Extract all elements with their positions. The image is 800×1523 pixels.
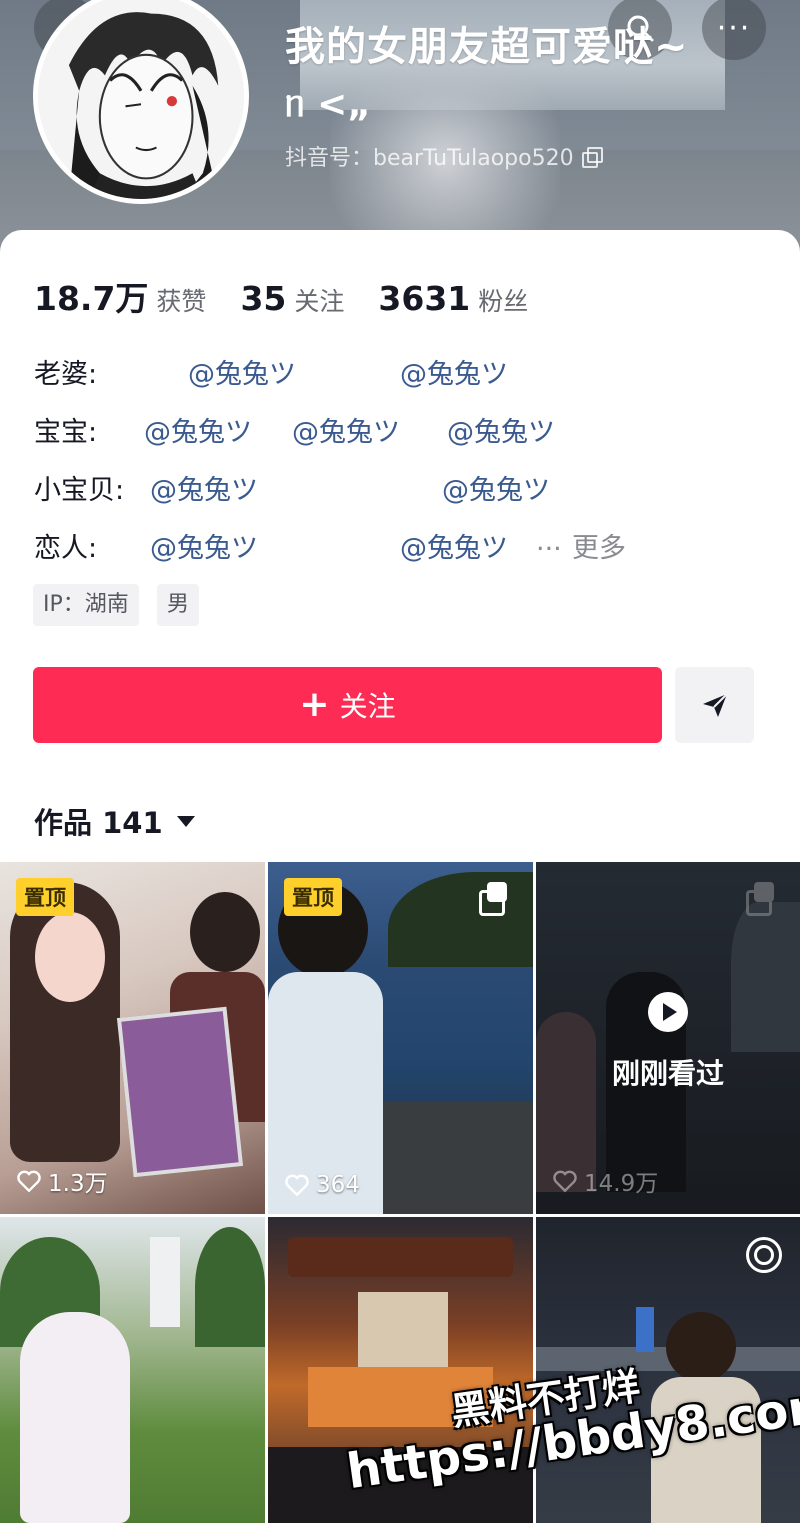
- live-photo-icon: [746, 1237, 782, 1273]
- following-label[interactable]: 关注: [294, 282, 344, 318]
- thumb-face: [35, 912, 105, 1002]
- thumb-island: [388, 872, 533, 967]
- profile-nickname: 我的女朋友超可爱哒~: [285, 24, 689, 70]
- more-relations-link[interactable]: 更多: [572, 526, 626, 565]
- like-count: 364: [284, 1172, 360, 1198]
- relation-row: 恋人: @兔兔ツ @兔兔ツ ... 更多: [34, 526, 774, 566]
- likes-label: 获赞: [156, 287, 207, 316]
- more-icon: ···: [716, 10, 752, 46]
- profile-stats: 18.7万 获赞 35 关注 3631 粉丝: [34, 272, 562, 320]
- mention-link[interactable]: @兔兔ツ: [292, 410, 400, 449]
- video-thumbnail[interactable]: 刚刚看过 14.9万: [536, 862, 800, 1214]
- relation-label: 恋人:: [34, 533, 98, 564]
- relation-label: 老婆:: [34, 359, 98, 390]
- like-count: 1.3万: [16, 1164, 108, 1198]
- more-button[interactable]: ···: [702, 0, 766, 60]
- douyin-id[interactable]: 抖音号：bearTuTulaopo520: [285, 140, 603, 172]
- send-icon: [702, 693, 728, 717]
- mention-link[interactable]: @兔兔ツ: [400, 526, 508, 565]
- follow-button[interactable]: + 关注: [33, 667, 662, 743]
- plus-icon: +: [299, 684, 330, 725]
- pinned-badge: 置顶: [284, 878, 342, 916]
- like-count-text: 364: [316, 1172, 360, 1198]
- douyin-id-text: 抖音号：bearTuTulaopo520: [285, 146, 574, 171]
- mention-link[interactable]: @兔兔ツ: [447, 410, 555, 449]
- heart-icon: [285, 1174, 309, 1197]
- mention-link[interactable]: @兔兔ツ: [150, 526, 258, 565]
- relation-row: 小宝贝: @兔兔ツ @兔兔ツ: [34, 468, 774, 508]
- copy-icon[interactable]: [581, 147, 603, 168]
- just-watched-label: 刚刚看过: [611, 1057, 724, 1090]
- followers-label[interactable]: 粉丝: [478, 282, 528, 318]
- thumb-head: [666, 1312, 736, 1382]
- caret-down-icon: [176, 815, 195, 827]
- like-count-text: 14.9万: [584, 1171, 659, 1197]
- watched-overlay: 刚刚看过: [536, 862, 800, 1214]
- ellipsis: ...: [536, 526, 562, 557]
- thumb-box: [116, 1006, 244, 1178]
- heart-icon: [553, 1170, 577, 1193]
- video-thumbnail[interactable]: [0, 1217, 265, 1523]
- thumb-veil: [20, 1312, 130, 1523]
- avatar-image: [38, 0, 244, 199]
- profile-header: ··· 我的女朋友超可爱哒~ ᥒ <„ 抖音号：bearTuTulaopo520: [0, 0, 800, 260]
- gender-tag: 男: [157, 584, 200, 626]
- multi-image-icon: [479, 882, 509, 916]
- play-icon: [648, 992, 688, 1032]
- mention-link[interactable]: @兔兔ツ: [150, 468, 258, 507]
- mention-link[interactable]: @兔兔ツ: [442, 468, 550, 507]
- like-count-text: 1.3万: [48, 1171, 108, 1197]
- relation-row: 老婆: @兔兔ツ @兔兔ツ: [34, 352, 774, 392]
- video-thumbnail[interactable]: 置顶 1.3万: [0, 862, 265, 1214]
- mention-link[interactable]: @兔兔ツ: [400, 352, 508, 391]
- profile-signature: ᥒ <„: [285, 84, 371, 125]
- thumb-tower: [150, 1237, 180, 1327]
- mention-link[interactable]: @兔兔ツ: [144, 410, 252, 449]
- relation-label: 小宝贝:: [34, 475, 125, 506]
- followers-count[interactable]: 3631: [378, 279, 470, 318]
- heart-icon: [17, 1170, 41, 1193]
- mention-link[interactable]: @兔兔ツ: [188, 352, 296, 391]
- like-count: 14.9万: [552, 1164, 658, 1198]
- works-tab-label: 作品 141: [34, 806, 163, 840]
- thumb-plane-tail: [636, 1307, 654, 1352]
- likes-count: 18.7万: [34, 279, 149, 318]
- tab-works[interactable]: 作品 141: [34, 800, 195, 842]
- thumb-screen: [358, 1292, 448, 1372]
- video-thumbnail[interactable]: 置顶 364: [268, 862, 533, 1214]
- ip-location-tag: IP：湖南: [33, 584, 139, 626]
- relation-row: 宝宝: @兔兔ツ @兔兔ツ @兔兔ツ: [34, 410, 774, 450]
- following-count[interactable]: 35: [240, 279, 286, 318]
- pinned-badge: 置顶: [16, 878, 74, 916]
- thumb-head: [190, 892, 260, 972]
- thumb-trees: [195, 1227, 265, 1347]
- thumb-stage-roof: [288, 1237, 513, 1277]
- relation-label: 宝宝:: [34, 417, 98, 448]
- follow-label: 关注: [339, 690, 396, 723]
- message-button[interactable]: [675, 667, 754, 743]
